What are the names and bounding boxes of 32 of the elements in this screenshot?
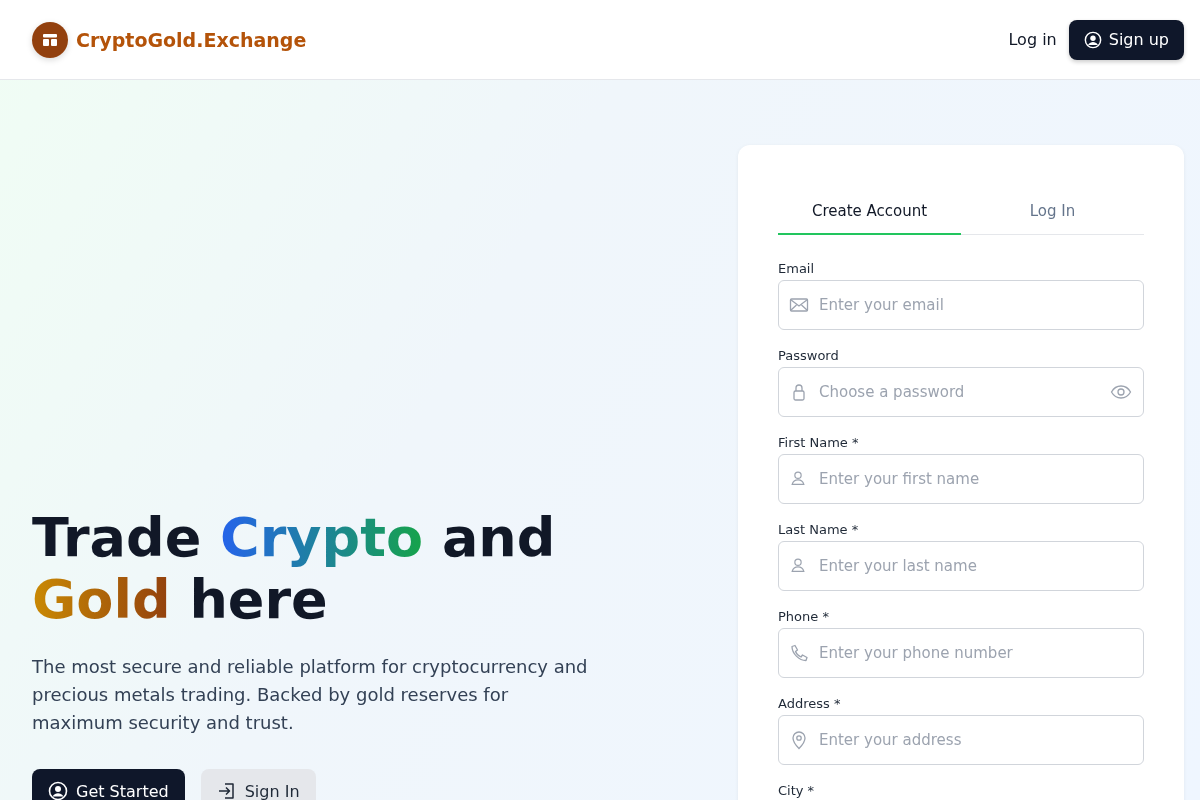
input-field[interactable]: Enter your last name: [778, 541, 1144, 591]
location-pin-icon: [789, 730, 809, 750]
input-field[interactable]: Enter your phone number: [778, 628, 1144, 678]
field-label: First Name *: [778, 435, 860, 451]
input-field[interactable]: Enter your email: [778, 280, 1144, 330]
sign-in-button[interactable]: Sign In: [200, 769, 316, 800]
input-field[interactable]: Choose a password: [778, 367, 1144, 417]
user-icon: [48, 781, 68, 800]
field-label: Last Name *: [778, 522, 860, 538]
get-started-button[interactable]: Get Started: [32, 769, 185, 800]
person-icon: [789, 556, 807, 574]
input-field[interactable]: Enter your address: [778, 715, 1144, 765]
hero-headline: Trade Crypto and Gold here: [32, 507, 557, 631]
field-label: Address *: [778, 696, 842, 712]
field-label: City *: [778, 783, 816, 799]
hero-subtitle: The most secure and reliable platform for cryptocurrency and precious metals trading. Backed by gold reserves for maximum security and trust.: [32, 655, 589, 735]
sign-in-icon: [216, 781, 237, 800]
field-label: Password: [778, 348, 840, 364]
login-link[interactable]: Log in: [1008, 30, 1057, 49]
person-icon: [789, 469, 807, 487]
phone-icon: [789, 643, 809, 663]
field-label: Email: [778, 261, 816, 277]
brand-name: CryptoGold.Exchange: [76, 28, 307, 51]
field-label: Phone *: [778, 609, 830, 625]
input-field[interactable]: Enter your first name: [778, 454, 1144, 504]
user-icon: [1083, 30, 1102, 49]
signup-button[interactable]: Sign up: [1068, 19, 1184, 60]
form-tab[interactable]: Create Account: [778, 189, 961, 235]
form-tab[interactable]: Log In: [961, 189, 1144, 235]
logo-icon: [32, 21, 68, 58]
eye-icon[interactable]: [1110, 384, 1132, 400]
envelope-icon: [789, 295, 809, 315]
